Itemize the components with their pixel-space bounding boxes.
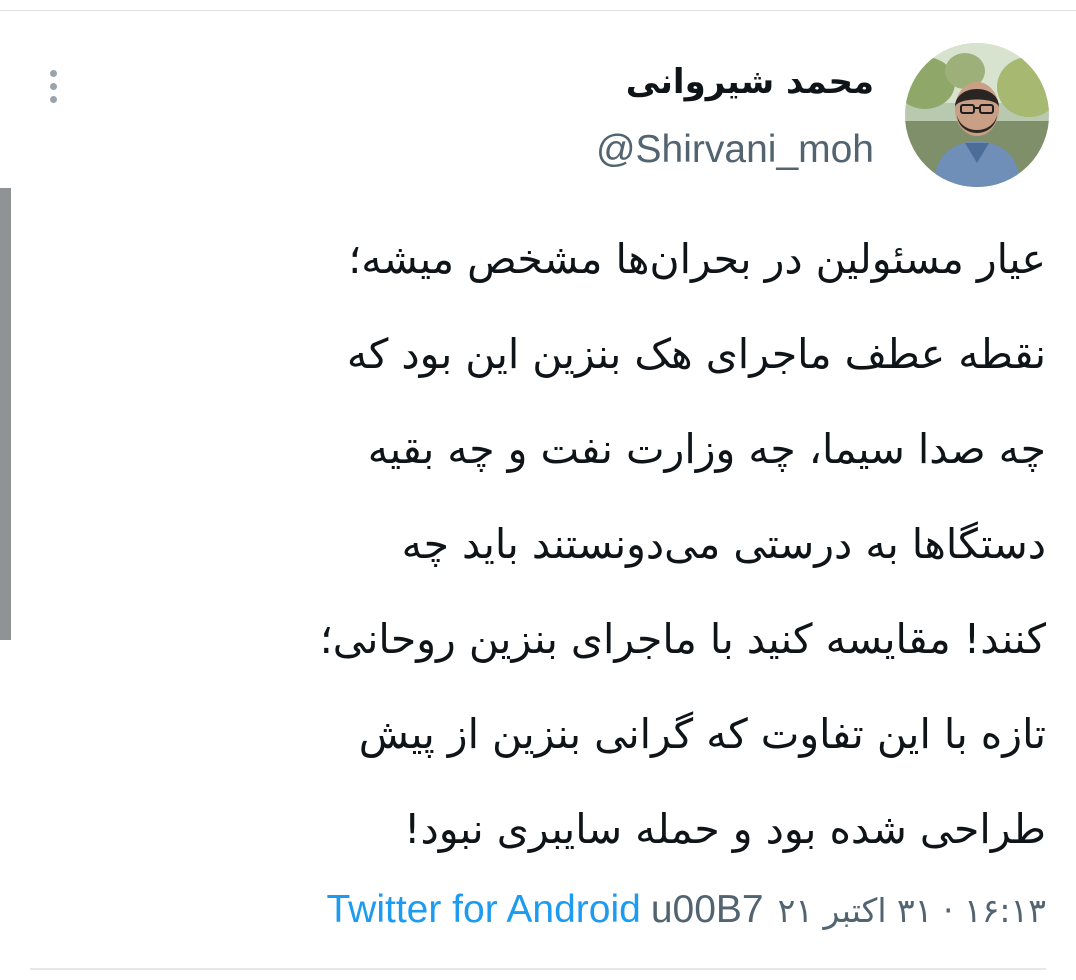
author-display-name[interactable]: محمد شیروانی: [626, 54, 874, 110]
tweet-meta: Twitter for Android u00B7 ۱۶:۱۳ · ۳۱ اکت…: [327, 882, 1047, 938]
more-options-button[interactable]: [38, 64, 68, 108]
bottom-divider: [30, 968, 1046, 970]
tweet-text-line: نقطه عطف ماجرای هک بنزین این بود که: [346, 330, 1046, 378]
tweet-text-line: کنند! مقایسه کنید با ماجرای بنزین روحانی…: [319, 615, 1046, 663]
tweet-text-line: طراحی شده بود و حمله سایبری نبود!: [404, 805, 1046, 853]
avatar-photo: [905, 43, 1049, 187]
more-options-icon-dot: [49, 82, 57, 90]
avatar[interactable]: [905, 43, 1049, 187]
top-divider: [0, 10, 1076, 11]
tweet-timestamp[interactable]: ۱۶:۱۳ · ۳۱ اکتبر ۲۱: [778, 891, 1046, 930]
tweet-text-line: تازه با این تفاوت که گرانی بنزین از پیش: [358, 710, 1046, 758]
tweet-text-line: دستگاها به درستی می‌دونستند باید چه: [401, 520, 1046, 568]
more-options-icon-dot: [49, 69, 57, 77]
author-handle[interactable]: @Shirvani_moh: [596, 122, 874, 178]
scroll-indicator[interactable]: [0, 188, 11, 640]
tweet-text-line: چه صدا سیما، چه وزارت نفت و چه بقیه: [367, 425, 1046, 473]
more-options-icon-dot: [49, 95, 57, 103]
tweet-text-line: عیار مسئولین در بحران‌ها مشخص میشه؛: [348, 235, 1046, 283]
tweet-source-link[interactable]: Twitter for Android: [327, 888, 641, 932]
meta-separator: u00B7: [650, 888, 764, 931]
tweet-text: عیار مسئولین در بحران‌ها مشخص میشه؛ نقطه…: [26, 212, 1046, 877]
